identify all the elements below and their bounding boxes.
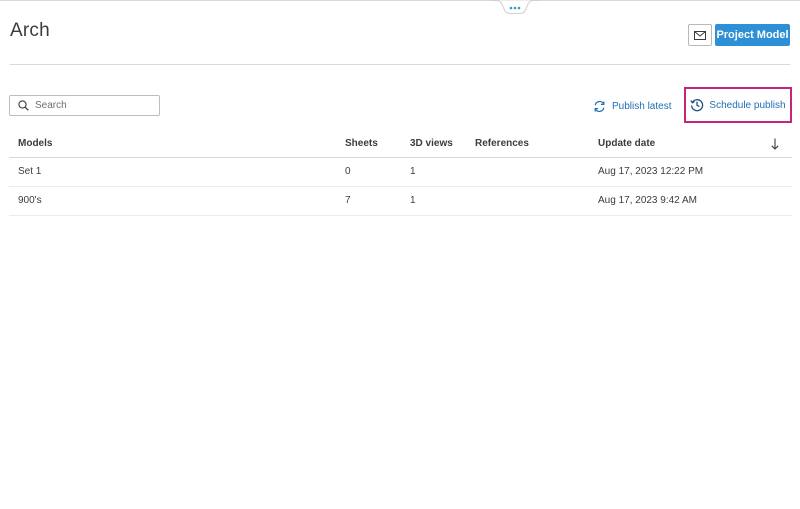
update-date: Aug 17, 2023 9:42 AM — [598, 195, 697, 206]
column-header-update-date[interactable]: Update date — [598, 130, 655, 157]
table-row[interactable]: 900's 7 1 Aug 17, 2023 9:42 AM — [9, 187, 792, 216]
models-table: Models Sheets 3D views References Update… — [9, 130, 792, 216]
views-count: 1 — [410, 166, 416, 177]
project-model-button[interactable]: Project Model — [715, 24, 790, 46]
model-name: 900's — [18, 195, 42, 206]
sheets-count: 0 — [345, 166, 351, 177]
arrow-down-icon[interactable] — [770, 137, 780, 151]
column-header-references[interactable]: References — [475, 130, 529, 157]
model-name: Set 1 — [18, 166, 42, 177]
page: Arch Project Model Publish latest — [0, 0, 800, 509]
header-divider — [10, 64, 790, 65]
column-header-models[interactable]: Models — [18, 130, 52, 157]
panel-handle[interactable] — [491, 0, 539, 14]
sheets-count: 7 — [345, 195, 351, 206]
schedule-publish-label: Schedule publish — [709, 99, 786, 111]
table-row[interactable]: Set 1 0 1 Aug 17, 2023 12:22 PM — [9, 158, 792, 187]
search-icon — [18, 100, 30, 112]
history-clock-icon — [690, 98, 704, 112]
search-input[interactable] — [35, 100, 155, 111]
refresh-icon — [593, 100, 606, 113]
top-border — [0, 0, 800, 1]
page-title: Arch — [10, 20, 50, 41]
column-header-3d-views[interactable]: 3D views — [410, 130, 453, 157]
update-date: Aug 17, 2023 12:22 PM — [598, 166, 704, 177]
column-header-sheets[interactable]: Sheets — [345, 130, 378, 157]
publish-latest-button[interactable]: Publish latest — [593, 98, 671, 114]
schedule-publish-button[interactable]: Schedule publish — [684, 87, 792, 123]
envelope-icon — [694, 30, 706, 40]
publish-latest-label: Publish latest — [612, 100, 672, 112]
views-count: 1 — [410, 195, 416, 206]
table-header: Models Sheets 3D views References Update… — [9, 130, 792, 158]
search-box[interactable] — [9, 95, 160, 116]
email-button[interactable] — [688, 24, 712, 46]
more-dots-icon — [491, 0, 539, 14]
